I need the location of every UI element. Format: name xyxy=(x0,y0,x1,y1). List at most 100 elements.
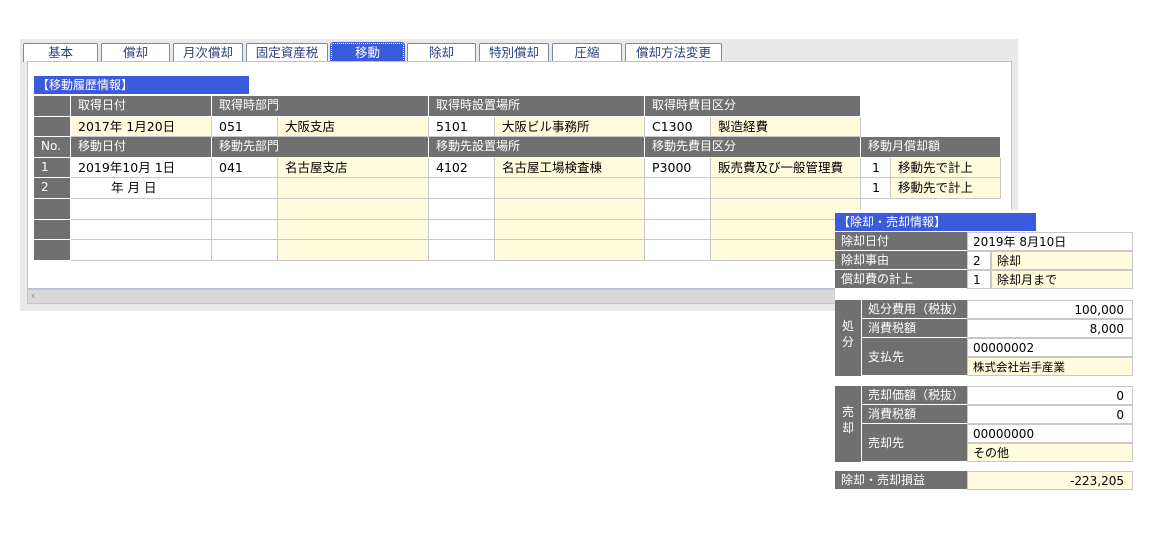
acq-expense-header: 取得時費目区分 xyxy=(645,96,861,117)
acq-dept-name: 大阪支店 xyxy=(278,116,429,138)
move-date-field[interactable] xyxy=(71,199,212,220)
move-expense-name: 販売費及び一般管理費 xyxy=(711,157,861,179)
tab-2[interactable]: 月次償却 xyxy=(173,43,243,62)
move-date-field[interactable]: 2019年10月 1日 xyxy=(71,157,212,179)
move-dept-name xyxy=(278,199,429,220)
sale-price-field[interactable]: 0 xyxy=(967,386,1133,405)
buyer-code-field[interactable]: 00000000 xyxy=(967,424,1133,443)
move-expense-code-field[interactable] xyxy=(645,219,711,241)
acq-dept-header: 取得時部門 xyxy=(212,96,429,117)
acq-expense-name: 製造経費 xyxy=(711,116,861,138)
acq-header-spacer xyxy=(34,96,71,117)
move-location-code-field[interactable] xyxy=(429,219,495,241)
acq-location-header: 取得時設置場所 xyxy=(429,96,645,117)
acq-date-header: 取得日付 xyxy=(71,96,212,117)
move-location-code-field[interactable] xyxy=(429,240,495,261)
disposal-reason-label: 除却事由 xyxy=(835,251,967,270)
move-location-name xyxy=(495,178,645,199)
tab-bar: 基本 償却 月次償却 固定資産税 移動 除却 特別償却 圧縮 償却方法変更 xyxy=(23,42,725,63)
move-dept-code-field[interactable] xyxy=(212,178,278,199)
disposal-reason-code[interactable]: 2 xyxy=(967,251,991,270)
move-no-header: No. xyxy=(34,137,71,158)
sale-tax-field[interactable]: 0 xyxy=(967,405,1133,424)
move-expense-code-field[interactable]: P3000 xyxy=(645,157,711,179)
move-date-field[interactable] xyxy=(71,240,212,261)
disposal-date-field[interactable]: 2019年 8月10日 xyxy=(967,232,1133,251)
move-date-header: 移動日付 xyxy=(71,137,212,158)
move-expense-code-field[interactable] xyxy=(645,199,711,220)
tab-7[interactable]: 圧縮 xyxy=(552,43,622,62)
move-dept-code-field[interactable] xyxy=(212,219,278,241)
move-location-code-field[interactable] xyxy=(429,178,495,199)
disposal-reason-name: 除却 xyxy=(991,251,1133,270)
move-location-name xyxy=(495,240,645,261)
move-dept-header: 移動先部門 xyxy=(212,137,429,158)
move-date-field[interactable] xyxy=(71,219,212,241)
move-depreciation-header: 移動月償却額 xyxy=(861,137,1001,158)
move-row-number xyxy=(34,240,71,261)
tab-0[interactable]: 基本 xyxy=(23,43,98,62)
acq-location-name: 大阪ビル事務所 xyxy=(495,116,645,138)
disposal-date-label: 除却日付 xyxy=(835,232,967,251)
disposal-section-title: 【除却・売却情報】 xyxy=(835,213,1036,231)
tab-4[interactable]: 移動 xyxy=(330,42,405,63)
tab-8[interactable]: 償却方法変更 xyxy=(625,43,722,62)
move-dept-code-field[interactable]: 041 xyxy=(212,157,278,179)
disposal-cost-label: 処分費用（税抜） xyxy=(862,300,967,319)
depreciation-label: 償却費の計上 xyxy=(835,270,967,289)
transfer-section-title: 【移動履歴情報】 xyxy=(34,76,249,94)
disposal-tax-field[interactable]: 8,000 xyxy=(967,319,1133,338)
buyer-label: 売却先 xyxy=(862,424,967,462)
move-row-number xyxy=(34,219,71,241)
disposal-group-label: 処 分 xyxy=(835,300,861,376)
acq-date-value: 2017年 1月20日 xyxy=(71,116,212,138)
move-date-field[interactable]: 年 月 日 xyxy=(71,178,212,199)
depreciation-name: 除却月まで xyxy=(991,270,1133,289)
disposal-cost-field[interactable]: 100,000 xyxy=(967,300,1133,319)
sale-price-label: 売却価額（税抜） xyxy=(862,386,967,405)
move-location-header: 移動先設置場所 xyxy=(429,137,645,158)
tab-1[interactable]: 償却 xyxy=(101,43,170,62)
move-location-code-field[interactable] xyxy=(429,199,495,220)
scroll-left-icon[interactable]: ‹ xyxy=(31,289,35,302)
move-dept-name: 名古屋支店 xyxy=(278,157,429,179)
sale-group-label: 売 却 xyxy=(835,386,861,462)
move-location-code-field[interactable]: 4102 xyxy=(429,157,495,179)
gain-loss-label: 除却・売却損益 xyxy=(835,471,967,490)
move-expense-name xyxy=(711,178,861,199)
move-dept-name xyxy=(278,219,429,241)
move-row-number xyxy=(34,199,71,220)
move-expense-code-field[interactable] xyxy=(645,240,711,261)
move-dept-name xyxy=(278,240,429,261)
gain-loss-value: -223,205 xyxy=(967,471,1133,490)
sale-tax-label: 消費税額 xyxy=(862,405,967,424)
move-expense-code-field[interactable] xyxy=(645,178,711,199)
move-row-number: 2 xyxy=(34,178,71,199)
payee-label: 支払先 xyxy=(862,338,967,376)
buyer-name: その他 xyxy=(967,443,1133,462)
acq-row-spacer xyxy=(34,116,71,138)
move-depreciation-code-field[interactable]: 1 xyxy=(861,157,891,179)
tab-6[interactable]: 特別償却 xyxy=(479,43,549,62)
acq-expense-code: C1300 xyxy=(645,116,711,138)
disposal-tax-label: 消費税額 xyxy=(862,319,967,338)
acq-location-code: 5101 xyxy=(429,116,495,138)
move-dept-name xyxy=(278,178,429,199)
acq-dept-code: 051 xyxy=(212,116,278,138)
payee-code-field[interactable]: 00000002 xyxy=(967,338,1133,357)
move-depreciation-name: 移動先で計上 xyxy=(891,157,1001,179)
move-depreciation-name: 移動先で計上 xyxy=(891,178,1001,199)
depreciation-code[interactable]: 1 xyxy=(967,270,991,289)
tab-3[interactable]: 固定資産税 xyxy=(246,43,328,62)
move-dept-code-field[interactable] xyxy=(212,199,278,220)
move-location-name: 名古屋工場検査棟 xyxy=(495,157,645,179)
disposal-panel: 【除却・売却情報】 除却日付 2019年 8月10日 除却事由 2 除却 償却費… xyxy=(835,210,1134,493)
move-location-name xyxy=(495,199,645,220)
move-location-name xyxy=(495,219,645,241)
move-row-number: 1 xyxy=(34,157,71,179)
move-expense-header: 移動先費目区分 xyxy=(645,137,861,158)
payee-name: 株式会社岩手産業 xyxy=(967,357,1133,376)
tab-5[interactable]: 除却 xyxy=(407,43,476,62)
move-depreciation-code-field[interactable]: 1 xyxy=(861,178,891,199)
move-dept-code-field[interactable] xyxy=(212,240,278,261)
